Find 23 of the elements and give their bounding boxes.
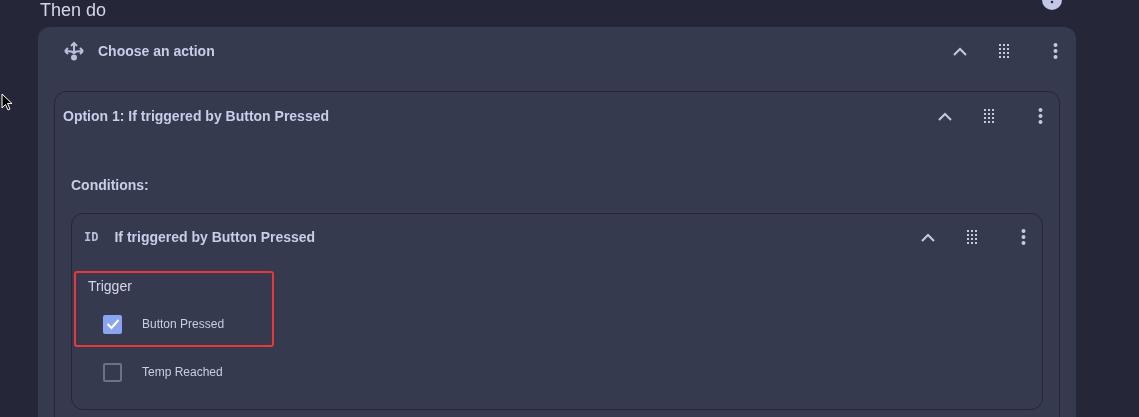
trigger-label: Trigger (88, 278, 133, 294)
checkbox-label: Button Pressed (142, 317, 225, 331)
id-label: ID (84, 230, 99, 244)
pointer-cursor-icon (1, 93, 13, 111)
drag-handle-icon[interactable] (984, 109, 995, 123)
chevron-icon[interactable] (938, 111, 952, 121)
checkbox[interactable] (103, 314, 122, 334)
conditions-label: Conditions: (71, 177, 150, 193)
split-arrows-icon (64, 40, 84, 62)
option-title: Option 1: If triggered by Button Pressed (63, 108, 330, 124)
chevron-icon[interactable] (953, 46, 967, 56)
condition-title: If triggered by Button Pressed (114, 229, 316, 245)
help-icon[interactable] (1042, 0, 1062, 10)
chevron-icon[interactable] (921, 232, 935, 242)
more-menu-icon[interactable] (1053, 43, 1058, 59)
drag-handle-icon[interactable] (967, 230, 978, 244)
more-menu-icon[interactable] (1021, 229, 1026, 245)
drag-handle-icon[interactable] (999, 44, 1010, 58)
checkbox-label: Temp Reached (142, 365, 223, 379)
action-title: Choose an action (98, 43, 215, 59)
section-title: Then do (40, 0, 107, 20)
more-menu-icon[interactable] (1038, 108, 1043, 124)
checkbox[interactable] (103, 362, 122, 382)
